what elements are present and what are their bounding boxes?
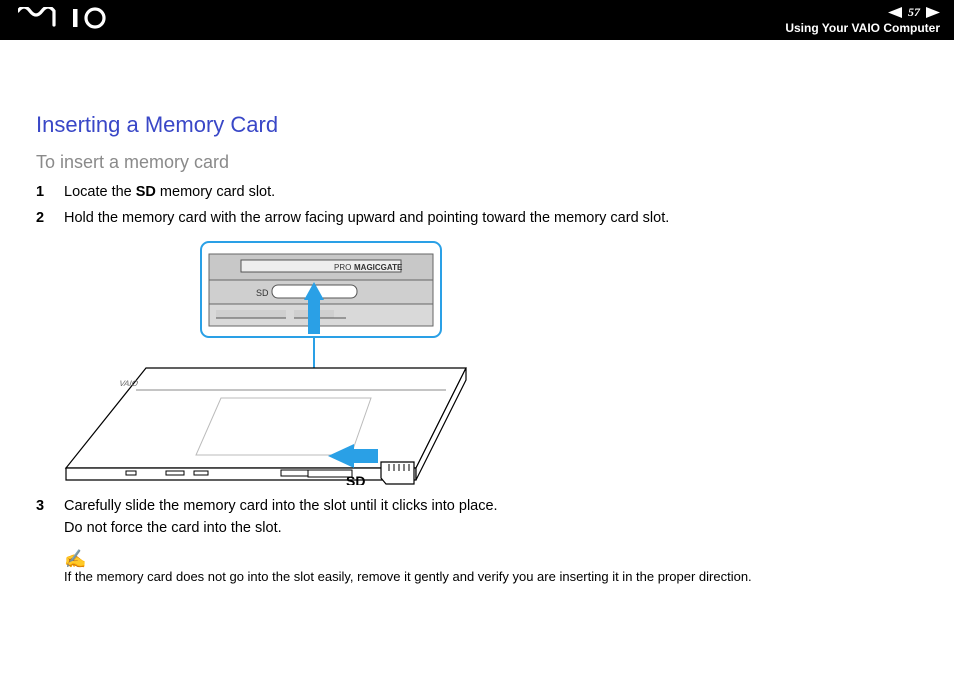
step-number: 2 xyxy=(36,207,46,229)
section-label: Using Your VAIO Computer xyxy=(785,21,940,35)
page-subtitle: To insert a memory card xyxy=(36,152,926,173)
step-number: 3 xyxy=(36,495,46,540)
callout-label-pro: PRO xyxy=(334,263,351,272)
header-bar: 57 Using Your VAIO Computer xyxy=(0,0,954,40)
step-2: 2 Hold the memory card with the arrow fa… xyxy=(36,207,926,229)
note: ✍ If the memory card does not go into th… xyxy=(64,550,926,586)
sd-card-icon xyxy=(381,462,414,484)
step-1: 1 Locate the SD memory card slot. xyxy=(36,181,926,203)
page-title: Inserting a Memory Card xyxy=(36,112,926,138)
step-list: 1 Locate the SD memory card slot. 2 Hold… xyxy=(36,181,926,230)
step-number: 1 xyxy=(36,181,46,203)
step-list-cont: 3 Carefully slide the memory card into t… xyxy=(36,495,926,540)
page-content: Inserting a Memory Card To insert a memo… xyxy=(36,112,926,586)
vaio-logo xyxy=(18,7,114,34)
svg-text:VAIO: VAIO xyxy=(118,379,139,388)
callout-label-magicgate: MAGICGATE xyxy=(354,263,403,272)
sd-label: SD xyxy=(346,473,365,485)
header-right: 57 Using Your VAIO Computer xyxy=(785,5,940,35)
step-3: 3 Carefully slide the memory card into t… xyxy=(36,495,926,540)
callout-label-sd: SD xyxy=(256,288,269,298)
step-text: Locate the SD memory card slot. xyxy=(64,181,926,203)
note-icon: ✍ xyxy=(64,550,752,568)
step-text: Hold the memory card with the arrow faci… xyxy=(64,207,926,229)
note-text: If the memory card does not go into the … xyxy=(64,568,752,586)
sd-slot-figure: PRO MAGICGATE SD xyxy=(46,240,476,485)
nav-next-arrow[interactable] xyxy=(926,7,940,18)
step-text: Carefully slide the memory card into the… xyxy=(64,495,926,540)
page-number: 57 xyxy=(908,5,920,20)
nav-prev-arrow[interactable] xyxy=(888,7,902,18)
